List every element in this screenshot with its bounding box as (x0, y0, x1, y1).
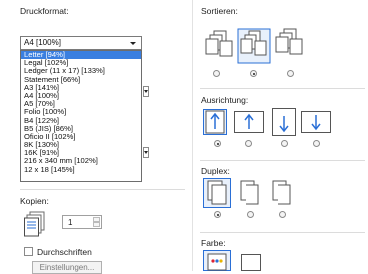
sortieren-label: Sortieren: (201, 6, 238, 16)
duplex-short-edge-icon[interactable] (270, 178, 296, 208)
separator (200, 232, 365, 233)
einstellungen-button[interactable]: Einstellungen... (32, 261, 102, 274)
landscape-rotated-icon[interactable] (301, 111, 331, 133)
chevron-down-icon[interactable] (130, 42, 136, 45)
portrait-rotated-icon[interactable] (272, 108, 296, 136)
separator (200, 160, 365, 161)
hidden-combo-edge[interactable] (143, 86, 149, 97)
druckformat-label: Druckformat: (20, 6, 69, 16)
duplex-radio-2[interactable] (247, 211, 254, 218)
landscape-orientation-icon[interactable] (234, 111, 264, 133)
ausrichtung-radio-3[interactable] (281, 140, 288, 147)
durchschriften-label: Durchschriften (37, 247, 92, 257)
separator (200, 88, 365, 89)
duplex-radio-3[interactable] (279, 211, 286, 218)
duplex-label: Duplex: (201, 166, 230, 176)
sort-option-icon[interactable] (204, 30, 234, 64)
farbe-label: Farbe: (201, 238, 226, 248)
hidden-combo-edge[interactable] (143, 147, 149, 158)
duplex-long-edge-icon[interactable] (238, 178, 264, 208)
sortieren-radio-1[interactable] (213, 70, 220, 77)
druckformat-selected: A4 [100%] (24, 38, 61, 47)
portrait-orientation-icon[interactable] (203, 109, 227, 135)
grayscale-mode-icon[interactable] (241, 254, 261, 271)
color-mode-icon[interactable] (203, 250, 231, 271)
ausrichtung-radio-2[interactable] (245, 140, 252, 147)
stepper-down-icon[interactable] (93, 222, 100, 227)
duplex-radio-1[interactable] (214, 211, 221, 218)
separator (20, 189, 185, 190)
copies-icon (24, 211, 46, 237)
list-item[interactable]: 12 x 18 [145%] (21, 165, 141, 174)
sort-collate-icon[interactable] (237, 28, 271, 64)
duplex-off-icon[interactable] (203, 178, 231, 208)
ausrichtung-radio-4[interactable] (313, 140, 320, 147)
sortieren-radio-2[interactable] (250, 70, 257, 77)
druckformat-options-list[interactable]: Letter [94%] Legal [102%] Ledger (11 x 1… (20, 50, 142, 182)
ausrichtung-radio-1[interactable] (214, 140, 221, 147)
ausrichtung-label: Ausrichtung: (201, 95, 249, 105)
column-divider (192, 0, 193, 271)
kopien-stepper[interactable]: 1 (62, 215, 102, 229)
sort-offset-icon[interactable] (272, 28, 304, 62)
druckformat-dropdown[interactable]: A4 [100%] (20, 36, 142, 50)
sortieren-radio-3[interactable] (287, 70, 294, 77)
kopien-label: Kopien: (20, 196, 49, 206)
kopien-value: 1 (68, 218, 73, 227)
durchschriften-checkbox[interactable] (24, 247, 33, 256)
